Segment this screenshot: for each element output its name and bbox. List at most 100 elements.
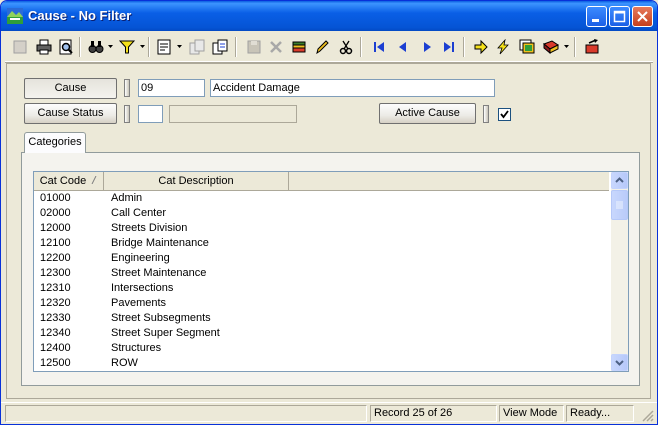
cat-code-cell: 12000 <box>40 222 71 234</box>
copy-record-icon <box>189 39 205 55</box>
cat-code-cell: 02000 <box>40 207 71 219</box>
filter-button[interactable] <box>116 36 138 58</box>
grid-rows: 01000 Admin 02000 Call Center 12000 Streets D… <box>34 191 609 371</box>
cat-description-cell: ROW <box>111 357 138 369</box>
column-header-cat-description[interactable]: Cat Description <box>104 172 289 190</box>
sort-ascending-icon <box>91 175 97 185</box>
table-row[interactable]: 02000 Call Center <box>34 206 609 221</box>
delete-button[interactable] <box>265 36 287 58</box>
table-row[interactable]: 12320 Pavements <box>34 296 609 311</box>
exit-icon <box>585 39 599 54</box>
new-record-icon <box>13 40 27 54</box>
scroll-thumb[interactable] <box>611 190 628 220</box>
close-button[interactable] <box>632 6 653 27</box>
cause-field-marker <box>124 79 130 97</box>
minimize-button[interactable] <box>586 6 607 27</box>
active-cause-checkbox[interactable] <box>498 108 511 121</box>
print-preview-icon <box>59 39 73 55</box>
new-record-button[interactable] <box>9 36 31 58</box>
binoculars-icon <box>88 41 104 53</box>
print-button[interactable] <box>33 36 55 58</box>
application-window: Cause - No Filter Cause 09 Accident Dama… <box>0 0 658 425</box>
toolbar-separator <box>79 37 81 57</box>
form-view-icon <box>157 39 171 55</box>
tab-categories[interactable]: Categories <box>24 132 86 153</box>
duplicate-icon <box>212 39 228 55</box>
toolbar-separator <box>148 37 150 57</box>
toolbar-separator <box>463 37 465 57</box>
table-row[interactable]: 12500 ROW <box>34 356 609 371</box>
arrow-right-icon <box>474 39 488 55</box>
toolbar-separator <box>360 37 362 57</box>
cause-code-input[interactable]: 09 <box>138 79 205 97</box>
cat-code-cell: 12500 <box>40 357 71 369</box>
status-mode: View Mode <box>499 405 564 422</box>
first-record-button[interactable] <box>368 36 390 58</box>
cause-status-code-input[interactable] <box>138 105 163 123</box>
printer-icon <box>36 39 52 55</box>
copy-record-button[interactable] <box>186 36 208 58</box>
attachments-button[interactable] <box>516 36 538 58</box>
app-icon <box>7 8 23 24</box>
minimize-icon <box>592 19 599 22</box>
checkmark-icon <box>500 110 509 119</box>
active-cause-button[interactable]: Active Cause <box>379 103 476 124</box>
attachments-icon <box>519 39 535 54</box>
table-row[interactable]: 12200 Engineering <box>34 251 609 266</box>
cause-description-input[interactable]: Accident Damage <box>210 79 495 97</box>
duplicate-button[interactable] <box>209 36 231 58</box>
find-button[interactable] <box>85 36 107 58</box>
cat-code-cell: 12310 <box>40 282 71 294</box>
find-dropdown-icon[interactable] <box>108 44 113 49</box>
scroll-down-button[interactable] <box>611 354 628 371</box>
previous-record-icon <box>399 42 406 52</box>
cat-code-cell: 12100 <box>40 237 71 249</box>
form-view-button[interactable] <box>153 36 175 58</box>
cat-description-cell: Bridge Maintenance <box>111 237 209 249</box>
scroll-up-button[interactable] <box>611 172 628 189</box>
title-bar[interactable]: Cause - No Filter <box>1 1 657 31</box>
print-preview-button[interactable] <box>55 36 77 58</box>
cut-button[interactable] <box>335 36 357 58</box>
cat-code-cell: 12200 <box>40 252 71 264</box>
last-record-button[interactable] <box>438 36 460 58</box>
notes-button[interactable] <box>288 36 310 58</box>
cat-description-cell: Structures <box>111 342 162 354</box>
exit-button[interactable] <box>581 36 603 58</box>
table-row[interactable]: 12400 Structures <box>34 341 609 356</box>
next-record-button[interactable] <box>416 36 438 58</box>
table-row[interactable]: 12300 Street Maintenance <box>34 266 609 281</box>
previous-record-button[interactable] <box>392 36 414 58</box>
quick-action-button[interactable] <box>492 36 514 58</box>
column-header-empty <box>289 172 609 190</box>
grid-header: Cat Code Cat Description <box>34 172 609 191</box>
go-to-button[interactable] <box>470 36 492 58</box>
library-button[interactable] <box>540 36 562 58</box>
table-row[interactable]: 01000 Admin <box>34 191 609 206</box>
cause-button[interactable]: Cause <box>24 78 117 99</box>
cause-status-button[interactable]: Cause Status <box>24 103 117 124</box>
notes-stack-icon <box>292 41 306 53</box>
scroll-up-icon <box>615 177 624 183</box>
maximize-button[interactable] <box>609 6 630 27</box>
lightning-icon <box>497 39 509 55</box>
library-dropdown-icon[interactable] <box>564 44 569 49</box>
active-cause-field-marker <box>483 105 489 123</box>
toolbar <box>5 33 653 62</box>
resize-grip-icon[interactable] <box>641 409 654 422</box>
edit-button[interactable] <box>311 36 333 58</box>
table-row[interactable]: 12000 Streets Division <box>34 221 609 236</box>
form-view-dropdown-icon[interactable] <box>177 44 182 49</box>
book-icon <box>543 40 559 55</box>
save-button[interactable] <box>243 36 265 58</box>
column-header-cat-code[interactable]: Cat Code <box>34 172 104 190</box>
table-row[interactable]: 12330 Street Subsegments <box>34 311 609 326</box>
table-row[interactable]: 12310 Intersections <box>34 281 609 296</box>
column-header-label: Cat Code <box>39 175 87 187</box>
filter-dropdown-icon[interactable] <box>140 44 145 49</box>
cat-description-cell: Call Center <box>111 207 167 219</box>
table-row[interactable]: 12340 Street Super Segment <box>34 326 609 341</box>
table-row[interactable]: 12100 Bridge Maintenance <box>34 236 609 251</box>
grid-vertical-scrollbar[interactable] <box>611 172 628 371</box>
cat-description-cell: Street Super Segment <box>111 327 220 339</box>
